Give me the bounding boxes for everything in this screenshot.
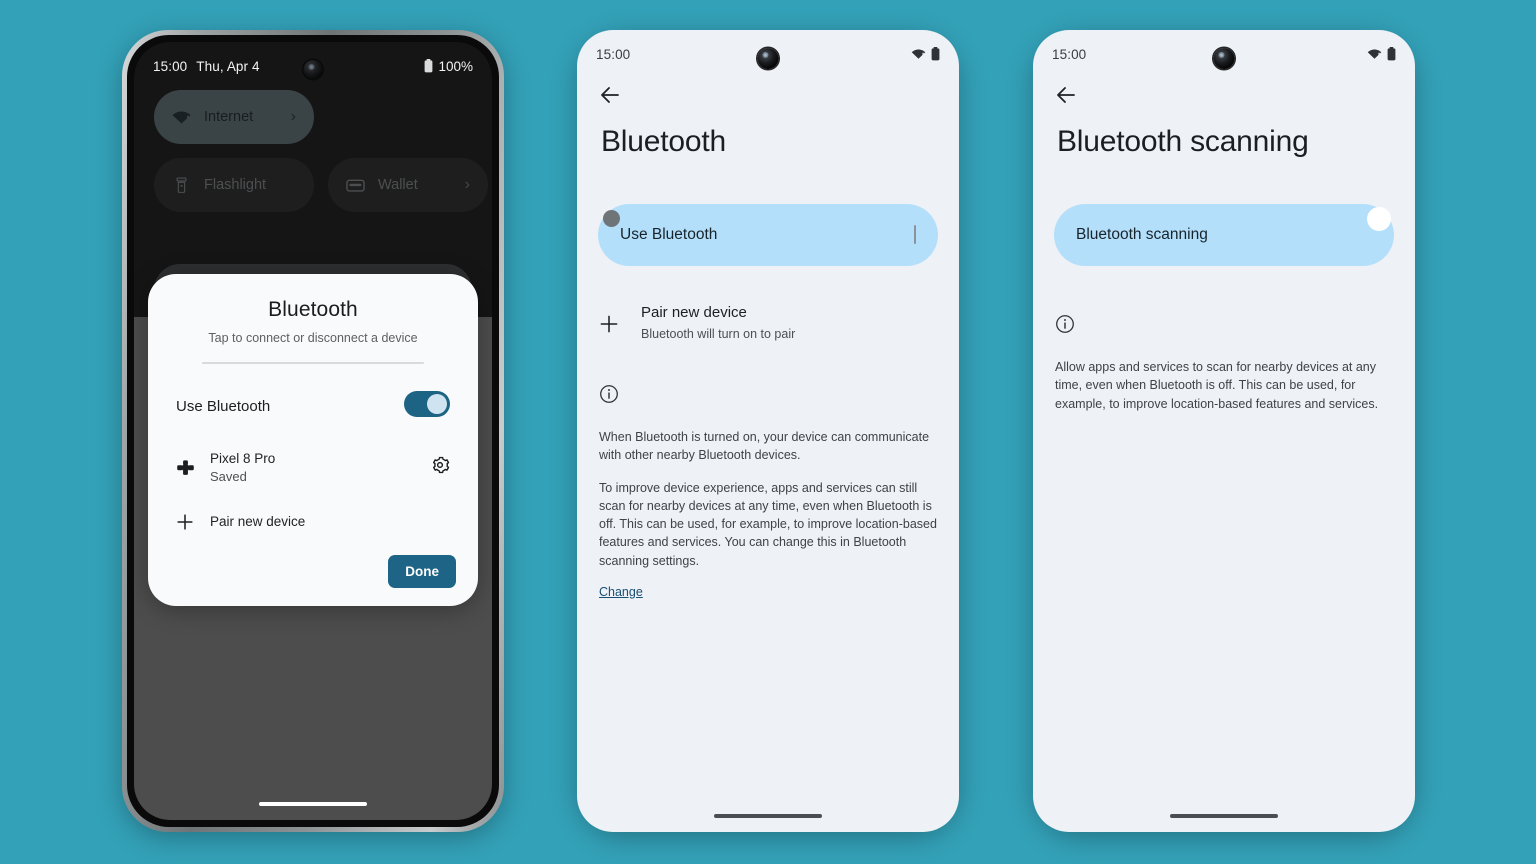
phone-2-screen: 15:00 Bluetooth Use Bluetooth Pair new d… xyxy=(577,30,959,832)
back-arrow-icon[interactable] xyxy=(597,82,623,108)
wifi-icon xyxy=(1367,48,1382,60)
phone-device-1: 15:00 Thu, Apr 4 100% Bluetooth Tap to c… xyxy=(122,30,504,832)
front-camera-icon xyxy=(303,60,323,79)
pair-new-device-subtitle: Bluetooth will turn on to pair xyxy=(641,327,796,341)
pair-new-device-texts: Pair new device Bluetooth will turn on t… xyxy=(641,302,795,344)
dialog-actions: Done xyxy=(170,554,456,588)
phone-device-2: 15:00 Bluetooth Use Bluetooth Pair new d… xyxy=(577,30,959,832)
bluetooth-dialog: Bluetooth Tap to connect or disconnect a… xyxy=(148,274,478,606)
info-icon xyxy=(599,384,619,409)
gear-icon[interactable] xyxy=(430,455,450,480)
info-paragraph: When Bluetooth is turned on, your device… xyxy=(599,430,930,463)
info-paragraphs-3: Allow apps and services to scan for near… xyxy=(1055,358,1395,413)
dialog-title: Bluetooth xyxy=(268,298,358,321)
wifi-icon xyxy=(911,48,926,60)
paired-device-name: Pixel 8 Pro xyxy=(210,451,276,466)
phone-device-3: 15:00 Bluetooth scanning Bluetooth scann… xyxy=(1033,30,1415,832)
status-time: 15:00 xyxy=(153,58,188,74)
dialog-use-bluetooth-label: Use Bluetooth xyxy=(176,398,271,415)
battery-icon xyxy=(1387,47,1396,61)
info-paragraph: To improve device experience, apps and s… xyxy=(599,480,937,568)
dialog-use-bluetooth-toggle[interactable] xyxy=(404,391,450,422)
dialog-pair-new-device-row[interactable]: Pair new device xyxy=(170,513,456,531)
use-bluetooth-label: Use Bluetooth xyxy=(620,226,718,243)
phone-1-screen: 15:00 Thu, Apr 4 100% Bluetooth Tap to c… xyxy=(134,42,492,820)
page-title: Bluetooth scanning xyxy=(1057,125,1309,158)
use-bluetooth-toggle[interactable] xyxy=(914,225,916,244)
done-button[interactable]: Done xyxy=(388,554,456,588)
back-arrow-icon[interactable] xyxy=(1053,82,1079,108)
screenshot-canvas: 15:00 Thu, Apr 4 100% Bluetooth Tap to c… xyxy=(0,0,1536,864)
back-button-3[interactable] xyxy=(1053,82,1079,108)
phone-bezel-1: 15:00 Thu, Apr 4 100% Bluetooth Tap to c… xyxy=(127,35,499,827)
dialog-subtitle: Tap to connect or disconnect a device xyxy=(208,331,418,345)
front-camera-icon xyxy=(1213,48,1235,69)
gesture-bar[interactable] xyxy=(714,814,822,818)
paired-device-texts: Pixel 8 Pro Saved xyxy=(210,450,275,486)
change-link[interactable]: Change xyxy=(599,583,643,601)
gesture-bar[interactable] xyxy=(1170,814,1278,818)
phone-bezel-2: 15:00 Bluetooth Use Bluetooth Pair new d… xyxy=(577,30,959,832)
battery-icon xyxy=(424,59,433,73)
bluetooth-scanning-label: Bluetooth scanning xyxy=(1076,226,1208,243)
bluetooth-scanning-card[interactable]: Bluetooth scanning xyxy=(1054,204,1394,266)
page-title: Bluetooth xyxy=(601,125,726,158)
pair-new-device-title: Pair new device xyxy=(641,304,747,321)
phone-3-screen: 15:00 Bluetooth scanning Bluetooth scann… xyxy=(1033,30,1415,832)
use-bluetooth-card[interactable]: Use Bluetooth xyxy=(598,204,938,266)
dialog-divider xyxy=(202,362,424,364)
plus-icon xyxy=(599,302,641,339)
phone-bezel-3: 15:00 Bluetooth scanning Bluetooth scann… xyxy=(1033,30,1415,832)
info-icon xyxy=(1055,314,1075,339)
gesture-bar[interactable] xyxy=(259,802,367,806)
pair-new-device-row[interactable]: Pair new device Bluetooth will turn on t… xyxy=(599,302,939,344)
dialog-pair-new-device-label: Pair new device xyxy=(210,514,306,530)
info-paragraph: Allow apps and services to scan for near… xyxy=(1055,360,1379,411)
front-camera-icon xyxy=(757,48,779,69)
battery-icon xyxy=(931,47,940,61)
back-button-2[interactable] xyxy=(597,82,623,108)
gamepad-icon xyxy=(176,459,210,477)
battery-percent: 100% xyxy=(438,58,473,74)
status-date: Thu, Apr 4 xyxy=(196,58,260,74)
dialog-use-bluetooth-row[interactable]: Use Bluetooth xyxy=(170,391,456,422)
info-paragraphs-2: When Bluetooth is turned on, your device… xyxy=(599,428,939,601)
status-time: 15:00 xyxy=(1052,46,1087,62)
paired-device-row[interactable]: Pixel 8 Pro Saved xyxy=(170,450,456,486)
status-time: 15:00 xyxy=(596,46,631,62)
plus-icon xyxy=(176,513,210,531)
paired-device-status: Saved xyxy=(210,469,247,485)
